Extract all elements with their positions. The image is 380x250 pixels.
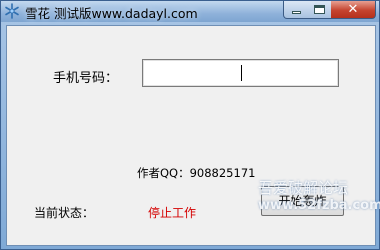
start-button[interactable]: 开始轰炸	[261, 186, 344, 216]
maximize-button[interactable]	[307, 1, 332, 19]
status-value: 停止工作	[148, 206, 197, 220]
form-panel: 手机号码： 作者QQ：908825171 当前状态： 停止工作 开始轰炸	[6, 25, 376, 246]
phone-input[interactable]	[142, 59, 339, 87]
window-title: 雪花 测试版www.dadayl.com	[25, 6, 198, 21]
maximize-icon	[314, 5, 325, 14]
phone-label: 手机号码：	[53, 71, 119, 86]
minimize-button[interactable]	[283, 1, 308, 19]
status-label: 当前状态：	[34, 206, 95, 220]
close-button[interactable]: ✕	[331, 1, 376, 19]
app-window: 雪花 测试版www.dadayl.com ✕ 手机号码： 作者QQ：908825…	[0, 0, 380, 250]
text-caret	[241, 65, 242, 81]
minimize-icon	[292, 11, 301, 14]
snowflake-icon	[4, 3, 20, 19]
title-bar[interactable]: 雪花 测试版www.dadayl.com ✕	[1, 1, 379, 22]
close-icon: ✕	[347, 2, 359, 17]
author-contact: 作者QQ：908825171	[137, 166, 256, 180]
